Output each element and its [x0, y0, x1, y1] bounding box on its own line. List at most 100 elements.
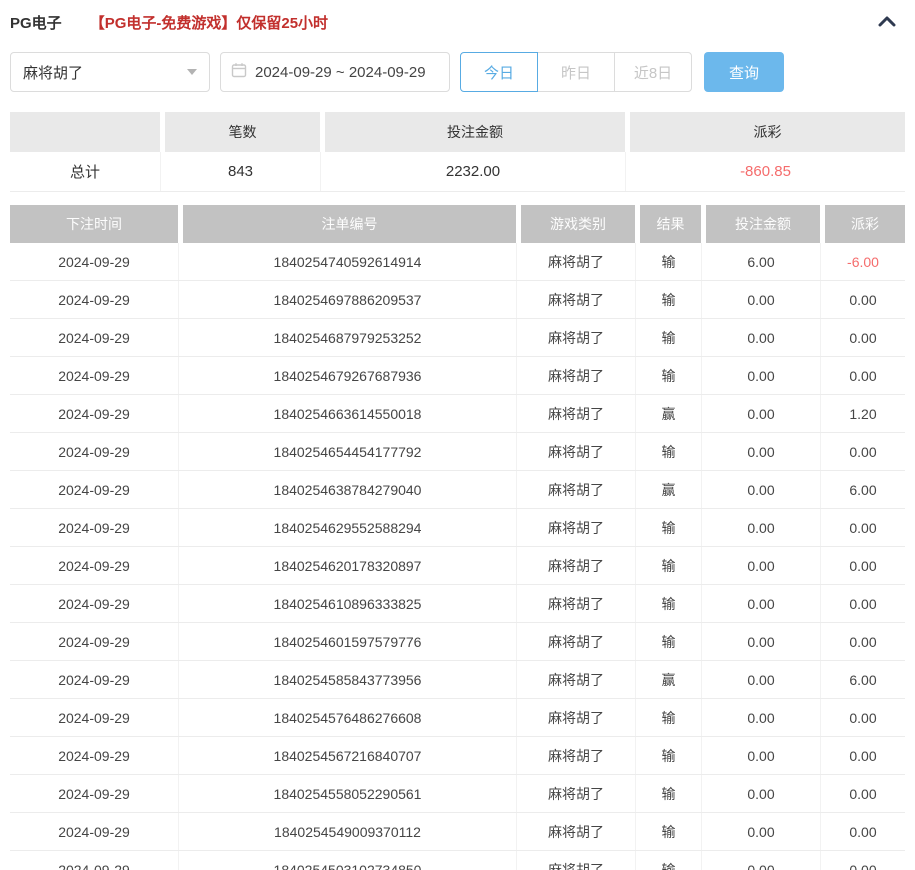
cell-bet-number: 1840254638784279040: [178, 471, 516, 508]
cell-game-category: 麻将胡了: [516, 737, 635, 774]
cell-payout: 0.00: [820, 281, 905, 318]
cell-game-category: 麻将胡了: [516, 585, 635, 622]
cell-payout: 0.00: [820, 813, 905, 850]
cell-bet-number: 1840254629552588294: [178, 509, 516, 546]
cell-bet-amount: 0.00: [701, 661, 820, 698]
cell-bet-number: 1840254585843773956: [178, 661, 516, 698]
quick-filter-yesterday[interactable]: 昨日: [537, 52, 615, 92]
retention-notice: 【PG电子-免费游戏】仅保留25小时: [90, 12, 328, 33]
bet-table-header-row: 下注时间 注单编号 游戏类别 结果 投注金额 派彩: [10, 205, 905, 243]
cell-bet-amount: 0.00: [701, 433, 820, 470]
table-row: 2024-09-29 1840254601597579776 麻将胡了 输 0.…: [10, 623, 905, 661]
cell-result: 输: [635, 737, 701, 774]
cell-game-category: 麻将胡了: [516, 851, 635, 870]
cell-payout: 0.00: [820, 775, 905, 812]
cell-bet-amount: 0.00: [701, 319, 820, 356]
cell-game-category: 麻将胡了: [516, 509, 635, 546]
cell-payout: 6.00: [820, 471, 905, 508]
cell-game-category: 麻将胡了: [516, 433, 635, 470]
cell-bet-amount: 0.00: [701, 699, 820, 736]
game-select[interactable]: 麻将胡了: [10, 52, 210, 92]
cell-result: 输: [635, 281, 701, 318]
cell-result: 输: [635, 623, 701, 660]
pg-records-panel: PG电子 【PG电子-免费游戏】仅保留25小时 麻将胡了 2024-09-29 …: [0, 0, 915, 870]
quick-filter-last8days[interactable]: 近8日: [614, 52, 692, 92]
table-row: 2024-09-29 1840254576486276608 麻将胡了 输 0.…: [10, 699, 905, 737]
cell-bet-amount: 0.00: [701, 623, 820, 660]
cell-payout: 0.00: [820, 547, 905, 584]
date-range-input[interactable]: 2024-09-29 ~ 2024-09-29: [220, 52, 450, 92]
cell-payout: 0.00: [820, 623, 905, 660]
cell-game-category: 麻将胡了: [516, 661, 635, 698]
cell-payout: 6.00: [820, 661, 905, 698]
filter-bar: 麻将胡了 2024-09-29 ~ 2024-09-29 今日 昨日 近8日 查…: [10, 52, 905, 92]
cell-game-category: 麻将胡了: [516, 547, 635, 584]
cell-bet-amount: 0.00: [701, 281, 820, 318]
cell-game-category: 麻将胡了: [516, 471, 635, 508]
cell-game-category: 麻将胡了: [516, 395, 635, 432]
cell-result: 输: [635, 585, 701, 622]
quick-filter-group: 今日 昨日 近8日: [460, 52, 692, 92]
cell-result: 赢: [635, 471, 701, 508]
cell-bet-amount: 0.00: [701, 471, 820, 508]
cell-bet-number: 1840254654454177792: [178, 433, 516, 470]
query-button[interactable]: 查询: [704, 52, 784, 92]
table-row: 2024-09-29 1840254610896333825 麻将胡了 输 0.…: [10, 585, 905, 623]
cell-payout: 0.00: [820, 509, 905, 546]
bet-records-table: 下注时间 注单编号 游戏类别 结果 投注金额 派彩 2024-09-29 184…: [10, 205, 905, 870]
cell-bet-time: 2024-09-29: [10, 433, 178, 470]
cell-payout: 0.00: [820, 851, 905, 870]
summary-col-payout: 派彩: [625, 112, 905, 152]
cell-game-category: 麻将胡了: [516, 813, 635, 850]
table-row: 2024-09-29 1840254620178320897 麻将胡了 输 0.…: [10, 547, 905, 585]
page-title: PG电子: [10, 12, 62, 33]
col-result: 结果: [635, 205, 701, 243]
cell-bet-number: 1840254567216840707: [178, 737, 516, 774]
cell-bet-number: 1840254679267687936: [178, 357, 516, 394]
cell-bet-time: 2024-09-29: [10, 471, 178, 508]
table-row: 2024-09-29 1840254503102734850 麻将胡了 输 0.…: [10, 851, 905, 870]
table-row: 2024-09-29 1840254638784279040 麻将胡了 赢 0.…: [10, 471, 905, 509]
game-select-value: 麻将胡了: [23, 62, 83, 83]
cell-payout: 0.00: [820, 319, 905, 356]
cell-bet-number: 1840254697886209537: [178, 281, 516, 318]
cell-game-category: 麻将胡了: [516, 699, 635, 736]
date-range-value: 2024-09-29 ~ 2024-09-29: [255, 64, 426, 81]
table-row: 2024-09-29 1840254679267687936 麻将胡了 输 0.…: [10, 357, 905, 395]
cell-bet-amount: 0.00: [701, 775, 820, 812]
summary-total-bet-amount: 2232.00: [320, 152, 625, 191]
cell-result: 赢: [635, 661, 701, 698]
summary-header-row: 笔数 投注金额 派彩: [10, 112, 905, 152]
cell-bet-time: 2024-09-29: [10, 813, 178, 850]
cell-payout: 0.00: [820, 357, 905, 394]
cell-bet-number: 1840254503102734850: [178, 851, 516, 870]
cell-game-category: 麻将胡了: [516, 357, 635, 394]
col-bet-time: 下注时间: [10, 205, 178, 243]
table-row: 2024-09-29 1840254663614550018 麻将胡了 赢 0.…: [10, 395, 905, 433]
col-bet-amount: 投注金额: [701, 205, 820, 243]
cell-game-category: 麻将胡了: [516, 319, 635, 356]
summary-table: 笔数 投注金额 派彩 总计 843 2232.00 -860.85: [10, 112, 905, 192]
cell-bet-amount: 6.00: [701, 243, 820, 280]
table-row: 2024-09-29 1840254697886209537 麻将胡了 输 0.…: [10, 281, 905, 319]
calendar-icon: [231, 62, 247, 83]
cell-payout: 1.20: [820, 395, 905, 432]
cell-bet-time: 2024-09-29: [10, 509, 178, 546]
table-row: 2024-09-29 1840254558052290561 麻将胡了 输 0.…: [10, 775, 905, 813]
cell-result: 输: [635, 509, 701, 546]
cell-payout: 0.00: [820, 737, 905, 774]
cell-game-category: 麻将胡了: [516, 281, 635, 318]
cell-game-category: 麻将胡了: [516, 775, 635, 812]
cell-bet-time: 2024-09-29: [10, 243, 178, 280]
quick-filter-today[interactable]: 今日: [460, 52, 538, 92]
cell-bet-number: 1840254620178320897: [178, 547, 516, 584]
cell-bet-time: 2024-09-29: [10, 585, 178, 622]
collapse-button[interactable]: [873, 10, 901, 34]
cell-payout: 0.00: [820, 699, 905, 736]
summary-total-count: 843: [160, 152, 320, 191]
cell-bet-time: 2024-09-29: [10, 661, 178, 698]
summary-col-count: 笔数: [160, 112, 320, 152]
summary-total-label: 总计: [10, 152, 160, 191]
cell-game-category: 麻将胡了: [516, 623, 635, 660]
cell-bet-amount: 0.00: [701, 813, 820, 850]
